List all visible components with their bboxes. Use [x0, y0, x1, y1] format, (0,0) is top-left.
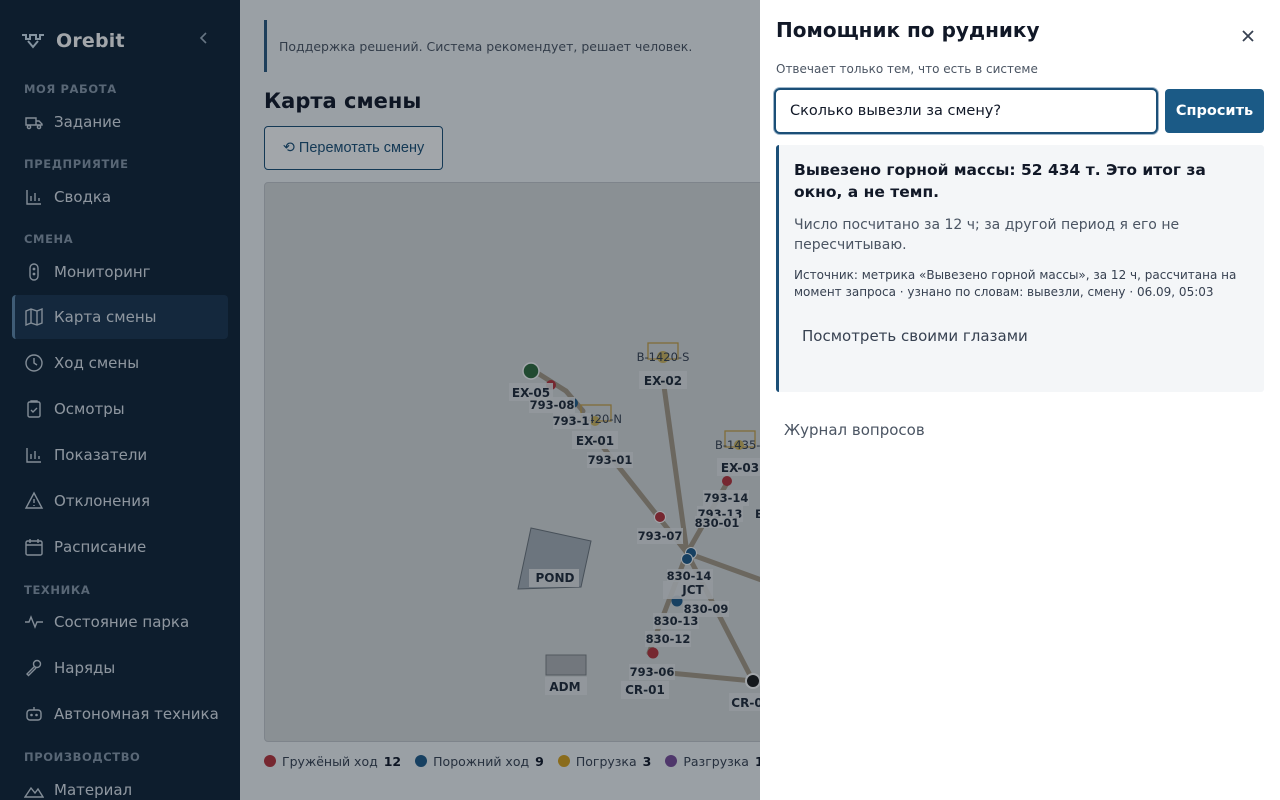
see-for-yourself-button[interactable]: Посмотреть своими глазами: [802, 327, 1028, 345]
ask-button[interactable]: Спросить: [1165, 89, 1264, 133]
mine-assistant-panel: Помощник по руднику Отвечает только тем,…: [760, 0, 1280, 800]
question-history-link[interactable]: Журнал вопросов: [784, 421, 925, 439]
answer-headline: Вывезено горной массы: 52 434 т. Это ито…: [794, 161, 1206, 201]
answer-source: Источник: метрика «Вывезено горной массы…: [794, 268, 1237, 299]
close-assistant-button[interactable]: [1236, 24, 1260, 48]
answer-note: Число посчитано за 12 ч; за другой перио…: [794, 217, 1180, 253]
close-icon: [1242, 30, 1254, 42]
assistant-subtitle: Отвечает только тем, что есть в системе: [776, 62, 1038, 76]
answer-card: Вывезено горной массы: 52 434 т. Это ито…: [776, 145, 1264, 392]
assistant-title: Помощник по руднику: [776, 18, 1040, 42]
question-input[interactable]: [774, 88, 1158, 134]
modal-backdrop[interactable]: [0, 0, 760, 800]
